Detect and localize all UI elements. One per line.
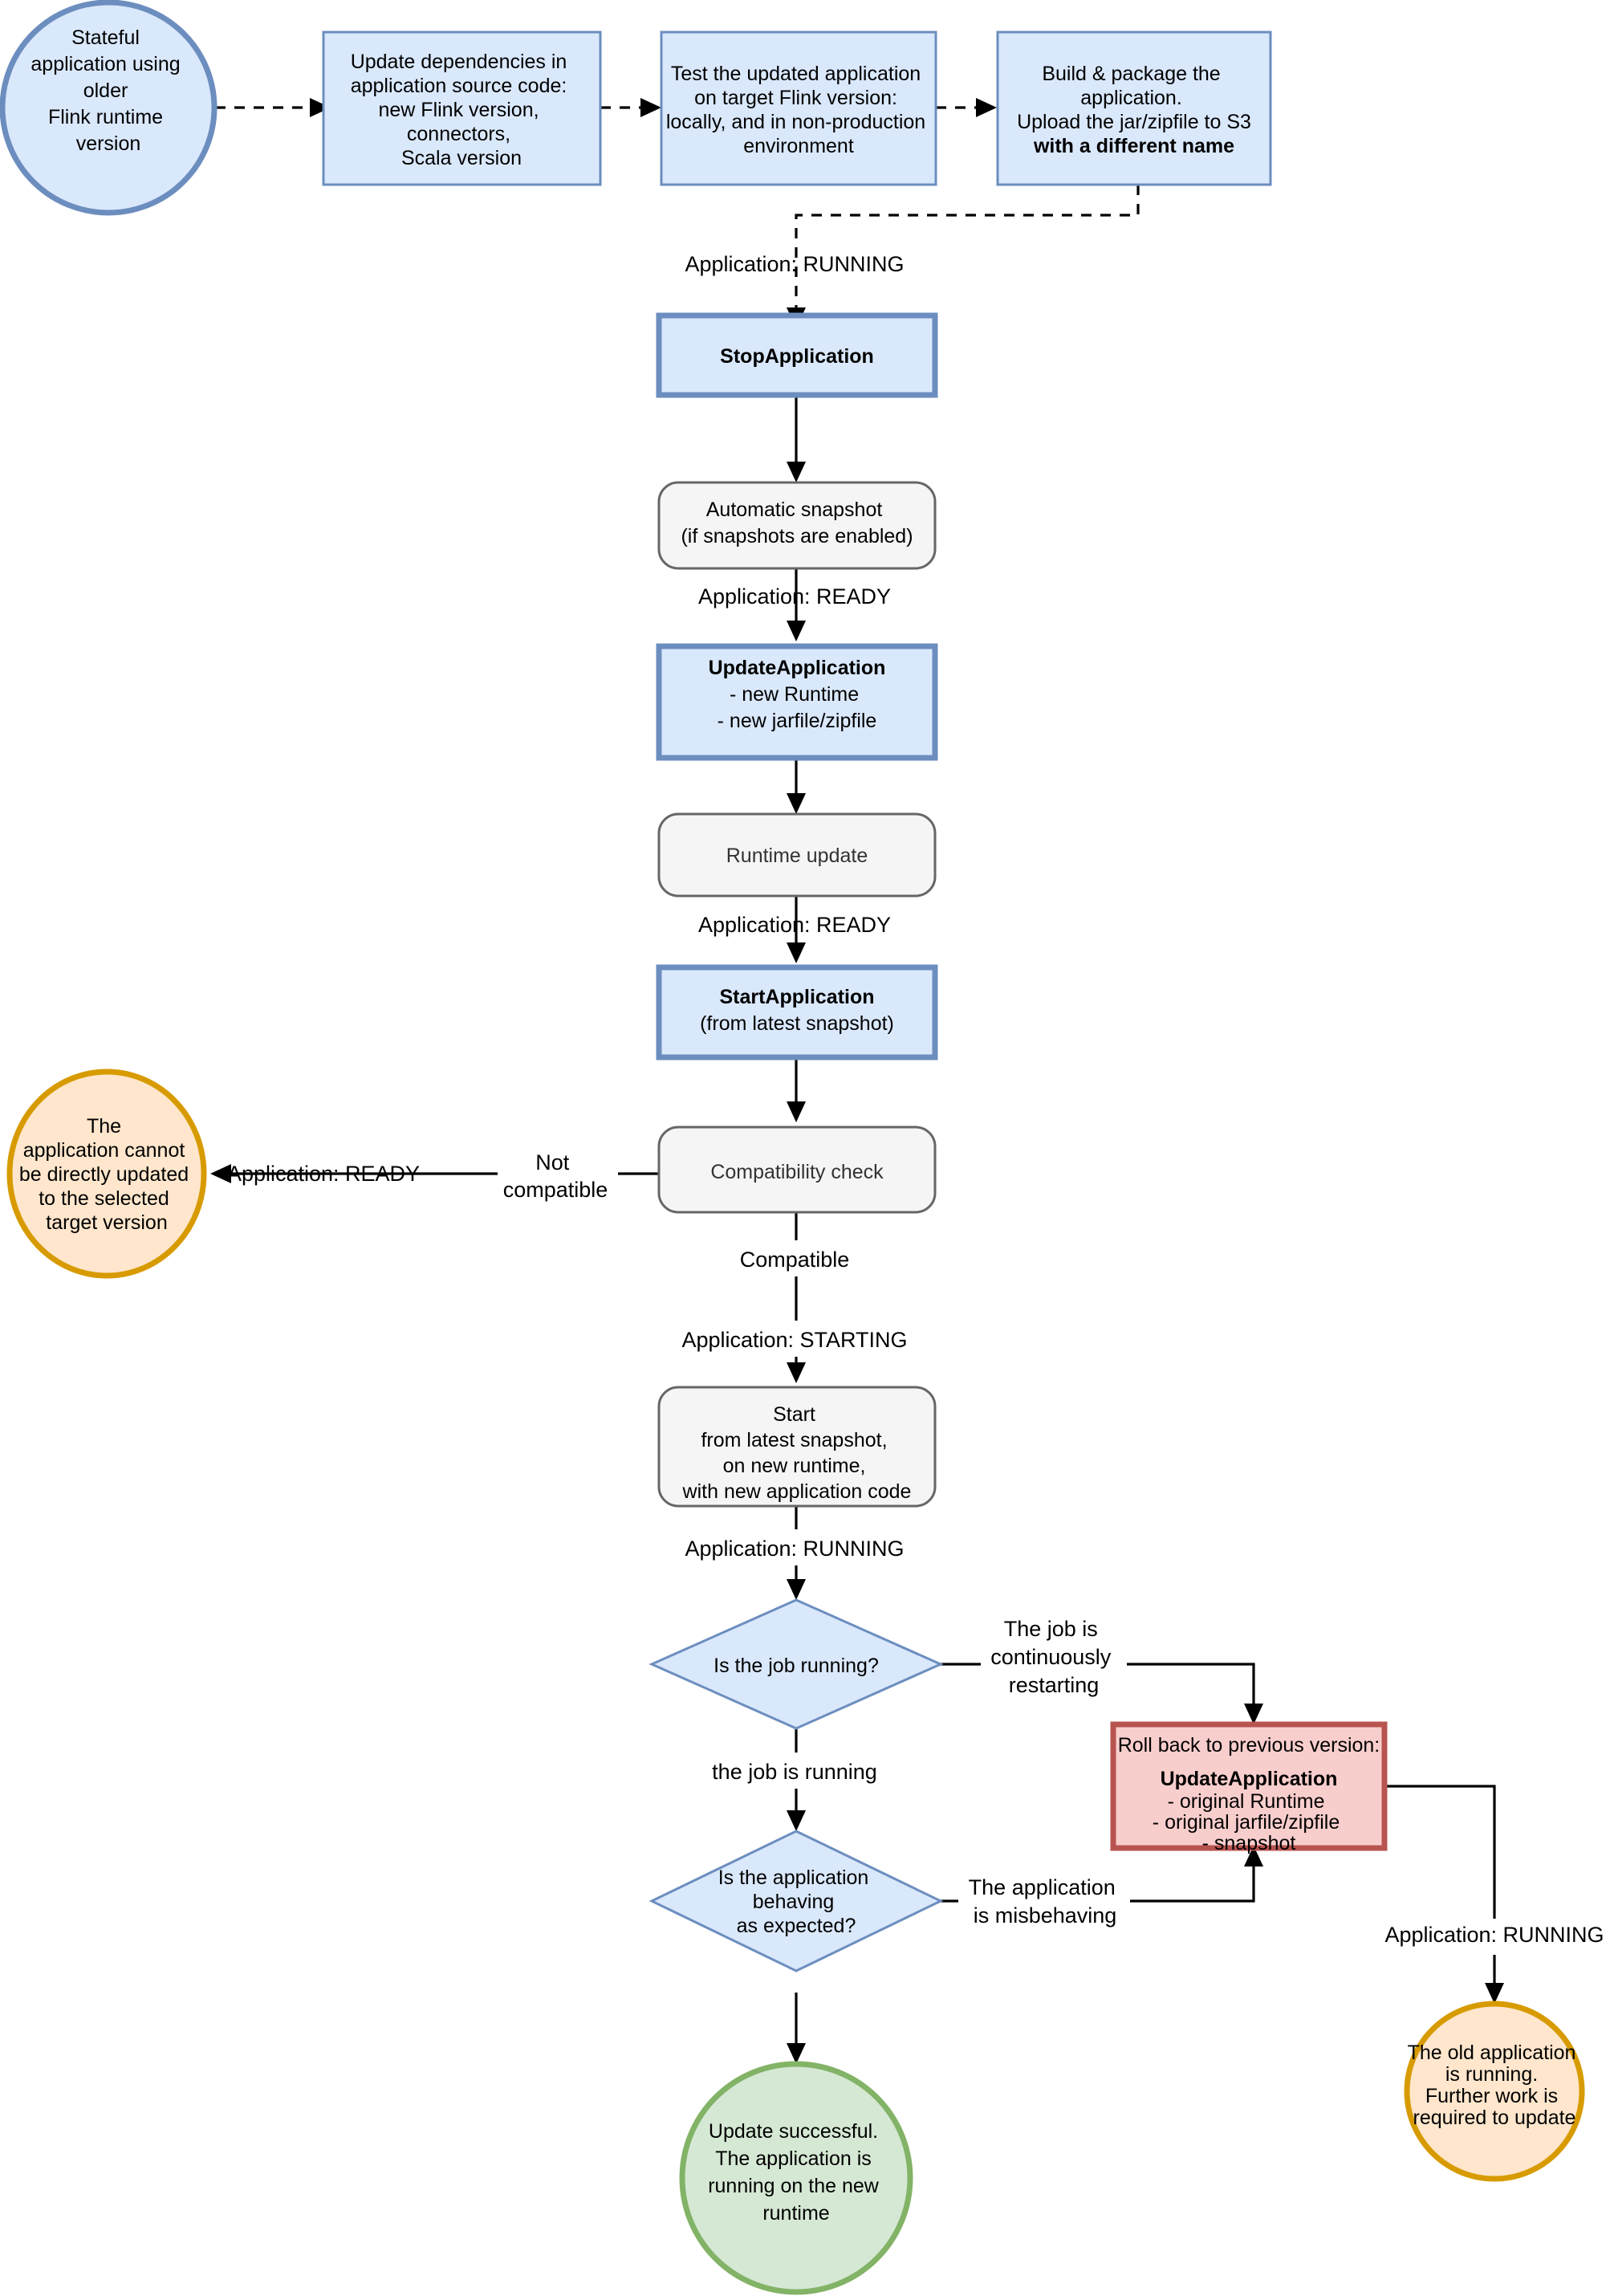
edge-label-app-misbehaving: The application is misbehaving [969,1875,1122,1928]
edge-label-not-compatible: Not compatible [503,1150,608,1202]
edge-job-running-right-b [1127,1663,1255,1704]
arrowhead-runtime-to-start-app [787,942,806,963]
start-application-label: (from latest snapshot) [700,1012,894,1035]
edge-label-compatible: Compatible [740,1248,850,1272]
runtime-update-label: Runtime update [726,845,868,867]
old-app-running-label: The old application is running. Further … [1408,2042,1582,2129]
edge-label-running-to-decision: Application: RUNNING [685,1537,904,1561]
node-start-application[interactable]: StartApplication (from latest snapshot) [656,964,938,1060]
roll-back-header: Roll back to previous version: [1118,1734,1380,1757]
node-is-app-behaving[interactable]: Is the application behaving as expected? [648,1830,944,1972]
arrowhead-stop-to-snapshot [787,462,806,482]
arrowhead-to-rollback [1244,1704,1263,1724]
edge-label-rollback-running: Application: RUNNING [1384,1923,1604,1947]
arrowhead-to-update-successful [787,2043,806,2064]
node-start-from-snapshot[interactable]: Start from latest snapshot, on new runti… [657,1386,937,1508]
flowchart-canvas: Stateful application using older Flink r… [0,0,1610,2296]
node-update-application[interactable]: UpdateApplication - new Runtime - new ja… [656,643,938,761]
edge-app-behaving-right-b [1130,1867,1255,1903]
arrowhead-test-to-build [976,98,997,117]
edge-label-snapshot-to-update: Application: READY [698,584,891,609]
node-runtime-update[interactable]: Runtime update [657,812,937,898]
compatibility-check-label: Compatibility check [710,1161,884,1183]
edge-label-ready-to-cannot-update: Application: READY [227,1162,420,1186]
edge-label-running-to-stop: Application: RUNNING [685,252,904,276]
arrowhead-to-old-app-running [1485,1983,1504,2004]
arrowhead-update-app-to-runtime [787,793,806,814]
build-package-bold-line: with a different name [1033,135,1234,157]
node-stop-application[interactable]: StopApplication [656,312,938,398]
node-test-application[interactable]: Test the updated application on target F… [660,31,937,186]
node-build-package[interactable]: Build & package the application. Upload … [996,31,1272,186]
node-cannot-update[interactable]: The application cannot be directly updat… [6,1069,207,1279]
edge-label-job-is-running: the job is running [712,1760,877,1784]
node-compatibility-check[interactable]: Compatibility check [657,1126,937,1214]
stop-application-label: StopApplication [720,345,874,368]
is-job-running-label: Is the job running? [714,1655,879,1677]
edge-label-runtime-to-start: Application: READY [698,913,891,937]
start-application-bold-line: StartApplication [719,986,874,1008]
arrowhead-snapshot-to-update-app [787,621,806,641]
node-automatic-snapshot[interactable]: Automatic snapshot (if snapshots are ena… [657,481,937,570]
arrowhead-update-deps-to-test [640,98,661,117]
edge-label-job-restarting: The job is continuously restarting [990,1617,1117,1697]
arrowhead-to-is-app-behaving [787,1810,806,1831]
node-update-dependencies[interactable]: Update dependencies in application sourc… [322,31,602,186]
roll-back-bold-line: UpdateApplication [1161,1768,1338,1790]
node-old-app-running[interactable]: The old application is running. Further … [1404,2001,1585,2182]
update-application-bold-line: UpdateApplication [709,657,886,679]
node-roll-back[interactable]: Roll back to previous version: UpdateApp… [1110,1721,1388,1854]
arrowhead-start-app-to-compat [787,1101,806,1122]
arrowhead-to-is-job-running [787,1579,806,1600]
node-start-state[interactable]: Stateful application using older Flink r… [0,0,218,216]
edge-label-starting: Application: STARTING [681,1328,907,1352]
edge-rollback-right-down-a [1385,1785,1496,1919]
node-is-job-running[interactable]: Is the job running? [648,1598,944,1730]
edge-build-to-stop [795,185,1140,307]
flowchart-svg: Stateful application using older Flink r… [0,0,1604,2295]
arrowhead-compat-to-start-snapshot [787,1362,806,1383]
node-update-successful[interactable]: Update successful. The application is ru… [679,2061,913,2295]
